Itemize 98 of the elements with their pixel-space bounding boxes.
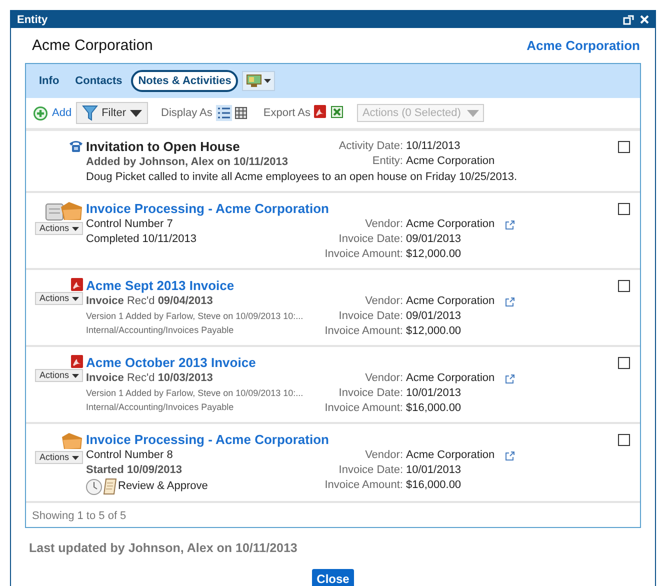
add-button[interactable]: Add	[33, 106, 72, 120]
entity-title: Acme Corporation	[32, 37, 153, 54]
field-label: Vendor:	[364, 294, 403, 309]
maximize-icon[interactable]	[623, 14, 634, 24]
item-detail: Invoice Rec'd 09/04/2013	[86, 294, 214, 309]
field-label: Invoice Amount:	[324, 324, 403, 339]
external-link-icon[interactable]	[504, 450, 515, 460]
item-note: Internal/Accounting/Invoices Payable	[86, 324, 235, 337]
field-label: Invoice Date:	[338, 309, 403, 324]
monitor-icon	[246, 74, 262, 88]
caret-icon	[72, 226, 79, 230]
pagination-text: Showing 1 to 5 of 5	[31, 509, 128, 524]
field-value: $12,000.00	[406, 324, 462, 339]
clipboard-icon	[103, 478, 117, 495]
filter-icon	[82, 105, 98, 121]
clock-icon	[86, 478, 102, 494]
caret-icon	[72, 374, 79, 378]
pdf-export-icon[interactable]	[314, 105, 326, 118]
field-value: Acme Corporation	[406, 294, 495, 309]
list-view-icon	[218, 106, 230, 118]
grid-view-icon	[235, 106, 248, 118]
activity-title: Invitation to Open House	[86, 139, 241, 155]
list-view-button[interactable]	[216, 104, 232, 120]
tab[interactable]: Info	[32, 70, 66, 92]
caret-icon	[466, 110, 479, 116]
caret-icon	[72, 296, 79, 300]
field-label: Vendor:	[364, 448, 403, 463]
field-value: Acme Corporation	[406, 154, 495, 169]
workflow-step: Review & Approve	[118, 478, 208, 495]
filter-button[interactable]: Filter	[76, 102, 148, 124]
field-value: Acme Corporation	[406, 217, 495, 232]
item-detail: Added by Johnson, Alex on 10/11/2013	[86, 155, 289, 170]
item-detail: Control Number 7	[86, 217, 174, 232]
field-label: Entity:	[371, 154, 403, 169]
window-title: Entity	[17, 14, 49, 26]
caret-icon	[264, 79, 272, 83]
display-as-label: Display As	[161, 107, 212, 119]
close-icon[interactable]	[640, 15, 649, 24]
view-dropdown[interactable]	[242, 71, 276, 91]
field-label: Invoice Date:	[338, 232, 403, 247]
field-label: Invoice Amount:	[324, 247, 403, 262]
field-label: Activity Date:	[338, 139, 403, 154]
field-label: Invoice Amount:	[324, 478, 403, 493]
item-detail: Control Number 8	[86, 448, 174, 463]
field-value: 09/01/2013	[406, 232, 462, 247]
item-detail: Completed 10/11/2013	[86, 232, 198, 247]
last-updated-text: Last updated by Johnson, Alex on 10/11/2013	[28, 540, 298, 556]
field-value: $16,000.00	[406, 401, 462, 416]
item-title-link[interactable]: Invoice Processing - Acme Corporation	[86, 432, 618, 448]
select-checkbox[interactable]	[618, 203, 630, 215]
item-detail: Invoice Rec'd 10/03/2013	[86, 371, 214, 386]
grid-view-button[interactable]	[233, 104, 250, 120]
actions-button[interactable]: Actions	[35, 222, 83, 235]
notepad-folder-icon	[45, 201, 83, 221]
tab[interactable]: Contacts	[68, 70, 130, 92]
field-label: Vendor:	[364, 217, 403, 232]
tab[interactable]: Notes & Activities	[131, 70, 238, 92]
external-link-icon[interactable]	[504, 296, 515, 306]
field-value: 09/01/2013	[406, 309, 462, 324]
item-note: Version 1 Added by Farlow, Steve on 10/09/2013 10:...	[86, 310, 304, 323]
actions-button[interactable]: Actions	[35, 451, 83, 464]
field-value: 10/11/2013	[406, 139, 460, 154]
external-link-icon[interactable]	[504, 220, 515, 230]
field-label: Invoice Date:	[338, 463, 403, 478]
pdf-icon	[71, 355, 83, 368]
select-checkbox[interactable]	[618, 434, 630, 446]
field-value: 10/01/2013	[406, 386, 462, 401]
field-value: $16,000.00	[406, 478, 462, 493]
add-icon	[33, 106, 48, 120]
close-button[interactable]: Close	[312, 569, 354, 586]
phone-icon	[69, 139, 83, 152]
caret-icon	[72, 456, 79, 460]
actions-button[interactable]: Actions	[35, 369, 83, 382]
excel-export-icon[interactable]	[331, 106, 344, 118]
item-title-link[interactable]: Invoice Processing - Acme Corporation	[86, 201, 618, 217]
field-value: Acme Corporation	[406, 371, 495, 386]
caret-icon	[130, 110, 142, 116]
field-label: Invoice Date:	[338, 386, 403, 401]
item-title-link[interactable]: Acme October 2013 Invoice	[86, 355, 618, 371]
item-detail: Started 10/09/2013	[86, 463, 184, 478]
item-note: Internal/Accounting/Invoices Payable	[86, 401, 235, 414]
field-value: $12,000.00	[406, 247, 462, 262]
export-as-label: Export As	[263, 107, 310, 119]
field-value: Acme Corporation	[406, 448, 495, 463]
folder-icon	[61, 432, 83, 450]
select-checkbox[interactable]	[618, 357, 630, 369]
field-label: Vendor:	[364, 371, 403, 386]
entity-link[interactable]: Acme Corporation	[526, 38, 640, 53]
pdf-icon	[71, 278, 83, 291]
activity-description: Doug Picket called to invite all Acme employees to an open house on Friday 10/25/2013.	[86, 170, 518, 185]
item-note: Version 1 Added by Farlow, Steve on 10/09/2013 10:...	[86, 387, 304, 400]
external-link-icon[interactable]	[504, 374, 515, 384]
select-checkbox[interactable]	[618, 141, 630, 153]
actions-button[interactable]: Actions	[35, 292, 83, 305]
field-label: Invoice Amount:	[324, 401, 403, 416]
item-title-link[interactable]: Acme Sept 2013 Invoice	[86, 278, 618, 294]
field-value: 10/01/2013	[406, 463, 462, 478]
select-checkbox[interactable]	[618, 280, 630, 292]
